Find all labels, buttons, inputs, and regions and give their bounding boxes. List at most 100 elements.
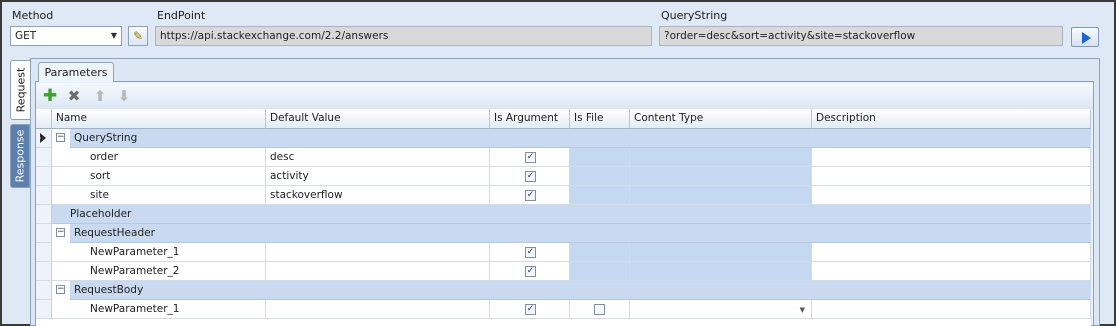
is-argument-cell[interactable]: ✓ (490, 186, 570, 205)
is-file-cell (570, 262, 630, 281)
arrow-down-icon[interactable]: ⬇ (114, 87, 134, 105)
is-argument-cell[interactable]: ✓ (490, 148, 570, 167)
row-indicator (36, 148, 52, 167)
is-argument-cell[interactable]: ✓ (490, 262, 570, 281)
chevron-down-icon[interactable]: ▼ (109, 27, 119, 45)
delete-icon[interactable]: ✖ (64, 87, 84, 105)
play-icon (1082, 32, 1091, 44)
checkbox-checked[interactable]: ✓ (525, 171, 536, 182)
param-default[interactable]: desc (266, 148, 490, 167)
header-indicator (36, 109, 52, 129)
group-label: RequestHeader (70, 224, 1091, 243)
description-cell[interactable] (812, 148, 1091, 167)
chevron-down-icon[interactable]: ▼ (800, 301, 805, 318)
content-type-cell (630, 262, 812, 281)
param-default[interactable]: activity (266, 167, 490, 186)
content-type-dropdown[interactable]: ▼ (630, 300, 812, 319)
is-file-cell (570, 243, 630, 262)
endpoint-label: EndPoint (157, 9, 206, 22)
is-file-cell[interactable] (570, 300, 630, 319)
parameters-toolbar: ✚ ✖ ⬆ ⬇ (36, 83, 1093, 109)
tab-parameters[interactable]: Parameters (38, 62, 114, 82)
collapse-icon[interactable]: − (56, 133, 65, 142)
description-cell[interactable] (812, 300, 1091, 319)
is-argument-cell[interactable]: ✓ (490, 167, 570, 186)
table-row[interactable]: NewParameter_1 ✓ ▼ (36, 300, 1091, 319)
row-indicator (36, 300, 52, 319)
tab-response[interactable]: Response (10, 124, 30, 188)
group-row-placeholder[interactable]: Placeholder (36, 205, 1091, 224)
description-cell[interactable] (812, 243, 1091, 262)
row-indicator (36, 281, 52, 300)
param-default[interactable] (266, 300, 490, 319)
content-type-cell (630, 243, 812, 262)
row-indicator (36, 243, 52, 262)
table-row[interactable]: order desc ✓ (36, 148, 1091, 167)
param-name[interactable]: NewParameter_1 (70, 300, 266, 319)
description-cell[interactable] (812, 186, 1091, 205)
row-indicator (36, 205, 52, 224)
group-label: RequestBody (70, 281, 1091, 300)
content-type-cell (630, 148, 812, 167)
parameters-grid: Name Default Value Is Argument Is File C… (36, 109, 1091, 326)
param-default[interactable] (266, 243, 490, 262)
current-row-icon (37, 133, 46, 143)
param-name[interactable]: sort (70, 167, 266, 186)
column-is-argument[interactable]: Is Argument (490, 109, 570, 129)
checkbox-checked[interactable]: ✓ (525, 247, 536, 258)
checkbox-checked[interactable]: ✓ (525, 190, 536, 201)
column-is-file[interactable]: Is File (570, 109, 630, 129)
description-cell[interactable] (812, 262, 1091, 281)
group-label: QueryString (70, 129, 1091, 148)
group-row-querystring[interactable]: − QueryString (36, 129, 1091, 148)
checkbox-checked[interactable]: ✓ (525, 152, 536, 163)
tab-request[interactable]: Request (10, 60, 30, 120)
arrow-up-icon[interactable]: ⬆ (90, 87, 110, 105)
param-default[interactable] (266, 262, 490, 281)
method-select[interactable]: GET ▼ (10, 26, 122, 46)
querystring-label: QueryString (661, 9, 728, 22)
is-file-cell (570, 148, 630, 167)
querystring-field[interactable]: ?order=desc&sort=activity&site=stackover… (659, 26, 1063, 46)
checkbox-checked[interactable]: ✓ (525, 304, 536, 315)
is-argument-cell[interactable]: ✓ (490, 243, 570, 262)
collapse-icon[interactable]: − (56, 228, 65, 237)
description-cell[interactable] (812, 167, 1091, 186)
add-icon[interactable]: ✚ (40, 87, 60, 105)
is-argument-cell[interactable]: ✓ (490, 300, 570, 319)
column-default-value[interactable]: Default Value (266, 109, 490, 129)
table-row[interactable]: NewParameter_2 ✓ (36, 262, 1091, 281)
content-type-cell (630, 167, 812, 186)
row-indicator (36, 129, 52, 148)
checkbox-checked[interactable]: ✓ (525, 266, 536, 277)
group-row-requestheader[interactable]: − RequestHeader (36, 224, 1091, 243)
content-type-cell (630, 186, 812, 205)
row-indicator (36, 224, 52, 243)
tab-request-label: Request (14, 67, 27, 113)
group-label: Placeholder (52, 205, 1091, 224)
grid-header: Name Default Value Is Argument Is File C… (36, 109, 1091, 129)
group-row-requestbody[interactable]: − RequestBody (36, 281, 1091, 300)
method-label: Method (12, 9, 54, 22)
table-row[interactable]: site stackoverflow ✓ (36, 186, 1091, 205)
is-file-cell (570, 186, 630, 205)
tab-response-label: Response (13, 129, 27, 183)
column-description[interactable]: Description (812, 109, 1091, 129)
collapse-icon[interactable]: − (56, 285, 65, 294)
row-indicator (36, 262, 52, 281)
checkbox-unchecked[interactable] (594, 304, 605, 315)
column-name[interactable]: Name (52, 109, 266, 129)
edit-icon[interactable]: ✎ (128, 26, 148, 46)
param-name[interactable]: NewParameter_2 (70, 262, 266, 281)
param-name[interactable]: site (70, 186, 266, 205)
param-name[interactable]: NewParameter_1 (70, 243, 266, 262)
row-indicator (36, 186, 52, 205)
param-default[interactable]: stackoverflow (266, 186, 490, 205)
table-row[interactable]: NewParameter_1 ✓ (36, 243, 1091, 262)
column-content-type[interactable]: Content Type (630, 109, 812, 129)
row-indicator (36, 167, 52, 186)
endpoint-field[interactable]: https://api.stackexchange.com/2.2/answer… (155, 26, 652, 46)
run-button[interactable] (1071, 27, 1099, 47)
table-row[interactable]: sort activity ✓ (36, 167, 1091, 186)
param-name[interactable]: order (70, 148, 266, 167)
